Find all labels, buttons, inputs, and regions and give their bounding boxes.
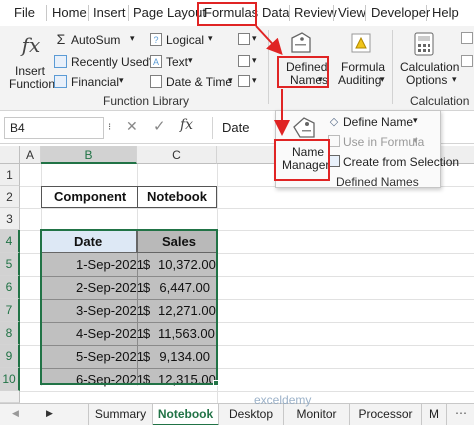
scroll-right-icon[interactable]: ▶ [46,408,53,419]
scroll-left-icon[interactable]: ◀ [12,408,19,419]
sheet-tab-bar: ◀ ▶ Summary Notebook Desktop Monitor Pro… [0,403,474,425]
sheet-tab-monitor[interactable]: Monitor [284,404,350,425]
annotation-arrows [255,25,290,136]
excel-window: File Home Insert Page Layout Formulas Da… [0,0,474,425]
sheet-tab-notebook[interactable]: Notebook [153,404,219,425]
sheet-tab-summary[interactable]: Summary [89,404,153,425]
more-sheets-icon[interactable]: ⋯ [455,406,467,420]
sheet-tab-processor[interactable]: Processor [350,404,422,425]
arrow-formulas-to-defined-names [255,25,283,55]
watermark: exceldemy [254,393,311,407]
sheet-tab-desktop[interactable]: Desktop [219,404,284,425]
watermark-text: exceldemy [254,393,312,407]
sheet-tab-m[interactable]: M [422,404,447,425]
